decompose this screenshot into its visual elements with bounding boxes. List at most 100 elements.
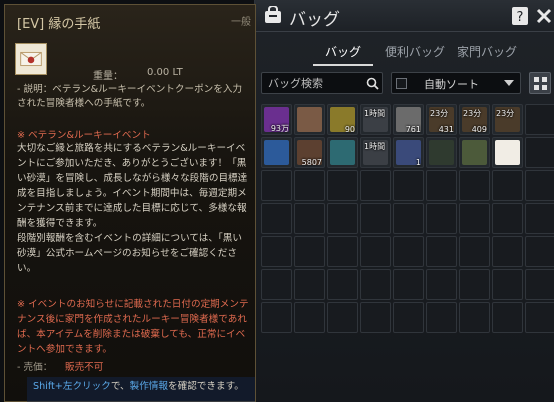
inventory-slot-item[interactable]	[426, 137, 457, 168]
inventory-slot-empty[interactable]	[327, 269, 358, 300]
inventory-slot-item[interactable]	[459, 137, 490, 168]
weight-label: 重量：	[93, 71, 123, 82]
inventory-slot-empty[interactable]	[426, 302, 457, 333]
inventory-slot-empty[interactable]	[492, 170, 523, 201]
inventory-slot-empty[interactable]	[261, 203, 292, 234]
inventory-slot-item[interactable]: 761	[393, 104, 424, 135]
inventory-slot-empty[interactable]	[426, 170, 457, 201]
inventory-slot-empty[interactable]	[327, 170, 358, 201]
search-icon[interactable]	[366, 77, 379, 90]
inventory-slot-item[interactable]	[261, 137, 292, 168]
inventory-slot-empty[interactable]	[525, 236, 554, 267]
inventory-slot-empty[interactable]	[492, 236, 523, 267]
inventory-slot-item[interactable]: 1	[393, 137, 424, 168]
inventory-slot-item[interactable]: 23分 409	[459, 104, 490, 135]
inventory-slot-empty[interactable]	[360, 170, 391, 201]
bag-header[interactable]: バッグ ?	[255, 0, 554, 32]
event-warning: ※ イベントのお知らせに記載された日付の定期メンテナンス後に家門を作成されたルー…	[17, 299, 249, 355]
slot-count: 5807	[301, 158, 322, 167]
item-tooltip: [EV] 縁の手紙 一般 重量： 0.00 LT - 説明：ベテラン&ルーキーイ…	[4, 4, 256, 402]
slot-count: 93万	[270, 124, 289, 133]
item-name: [EV] 縁の手紙	[17, 17, 101, 32]
inventory-slot-empty[interactable]	[261, 170, 292, 201]
letter-icon	[15, 43, 47, 75]
inventory-slot-item[interactable]	[492, 137, 523, 168]
tool-icon	[429, 140, 454, 165]
inventory-slot-item[interactable]: 90	[327, 104, 358, 135]
inventory-slot-empty[interactable]	[327, 203, 358, 234]
inventory-slot-empty[interactable]	[294, 236, 325, 267]
inventory-slot-empty[interactable]	[261, 302, 292, 333]
hint-text: を確認できます。	[168, 381, 244, 392]
inventory-slot-item[interactable]: 1時間	[360, 137, 391, 168]
slot-timer: 1時間	[364, 109, 386, 118]
inventory-slot-empty[interactable]	[294, 170, 325, 201]
inventory-slot-empty[interactable]	[360, 302, 391, 333]
spirit-icon	[330, 140, 355, 165]
inventory-slot-empty[interactable]	[492, 203, 523, 234]
inventory-slot-empty[interactable]	[393, 269, 424, 300]
inventory-slot-empty[interactable]	[327, 302, 358, 333]
inventory-slot-empty[interactable]	[393, 302, 424, 333]
inventory-slot-empty[interactable]	[525, 269, 554, 300]
item-grade: 一般	[231, 17, 251, 28]
event-paragraph: 段階別報酬を含むイベントの詳細については、「黒い砂漠」公式ホームページのお知らせ…	[17, 233, 242, 274]
inventory-slot-empty[interactable]	[360, 203, 391, 234]
tab-convenience-bag[interactable]: 便利バッグ	[385, 43, 445, 60]
inventory-slot-empty[interactable]	[393, 170, 424, 201]
inventory-slot-empty[interactable]	[261, 236, 292, 267]
help-icon[interactable]: ?	[511, 6, 529, 26]
map-icon	[462, 140, 487, 165]
inventory-slot-empty[interactable]	[525, 203, 554, 234]
inventory-slot-item[interactable]: 1時間	[360, 104, 391, 135]
inventory-slot-empty[interactable]	[294, 302, 325, 333]
inventory-slot-empty[interactable]	[525, 137, 554, 168]
inventory-slot-empty[interactable]	[261, 269, 292, 300]
slot-count: 409	[471, 125, 487, 134]
sell-price-value: 販売不可	[65, 362, 104, 373]
item-description: - 説明：ベテラン&ルーキーイベントクーポンを入力された冒険者様への手紙です。	[17, 84, 243, 109]
inventory-slot-empty[interactable]	[294, 203, 325, 234]
tab-bag[interactable]: バッグ	[325, 43, 361, 60]
inventory-slot-empty[interactable]	[393, 236, 424, 267]
grid-view-icon	[534, 77, 539, 82]
inventory-slot-empty[interactable]	[459, 302, 490, 333]
svg-text:?: ?	[517, 10, 524, 25]
search-input[interactable]	[268, 76, 363, 91]
inventory-slot-empty[interactable]	[525, 104, 554, 135]
inventory-slot-empty[interactable]	[459, 236, 490, 267]
inventory-slot-empty[interactable]	[426, 236, 457, 267]
inventory-slot-empty[interactable]	[459, 203, 490, 234]
doll-icon	[297, 107, 322, 132]
close-icon[interactable]	[536, 6, 552, 26]
inventory-slot-item[interactable]: 23分	[492, 104, 523, 135]
bag-search[interactable]	[261, 72, 383, 94]
inventory-slot-empty[interactable]	[492, 269, 523, 300]
inventory-slot-empty[interactable]	[360, 236, 391, 267]
chevron-down-icon	[504, 80, 514, 86]
auto-sort-dropdown[interactable]: 自動ソート	[391, 72, 521, 94]
inventory-slot-empty[interactable]	[492, 302, 523, 333]
bag-window: バッグ ? バッグ 便利バッグ 家門バッグ 自動ソート 93万 90 1時間 761 2…	[254, 0, 554, 402]
crafting-info-link[interactable]: 製作情報	[130, 381, 168, 392]
tab-family-bag[interactable]: 家門バッグ	[457, 43, 517, 60]
inventory-slot-empty[interactable]	[426, 269, 457, 300]
inventory-slot-empty[interactable]	[294, 269, 325, 300]
inventory-slot-item[interactable]: 93万	[261, 104, 292, 135]
inventory-slot-item[interactable]	[327, 137, 358, 168]
inventory-slot-empty[interactable]	[327, 236, 358, 267]
inventory-slot-empty[interactable]	[426, 203, 457, 234]
grid-view-button[interactable]	[529, 72, 551, 94]
inventory-slot-item[interactable]: 23分 431	[426, 104, 457, 135]
inventory-slot-item[interactable]: 5807	[294, 137, 325, 168]
slot-timer: 23分	[496, 109, 515, 118]
inventory-slot-empty[interactable]	[360, 269, 391, 300]
inventory-slot-empty[interactable]	[459, 170, 490, 201]
letter-icon	[495, 140, 520, 165]
inventory-slot-item[interactable]	[294, 104, 325, 135]
inventory-slot-empty[interactable]	[393, 203, 424, 234]
inventory-slot-empty[interactable]	[525, 302, 554, 333]
inventory-slot-empty[interactable]	[459, 269, 490, 300]
auto-sort-checkbox[interactable]	[396, 78, 407, 89]
inventory-slot-empty[interactable]	[525, 170, 554, 201]
